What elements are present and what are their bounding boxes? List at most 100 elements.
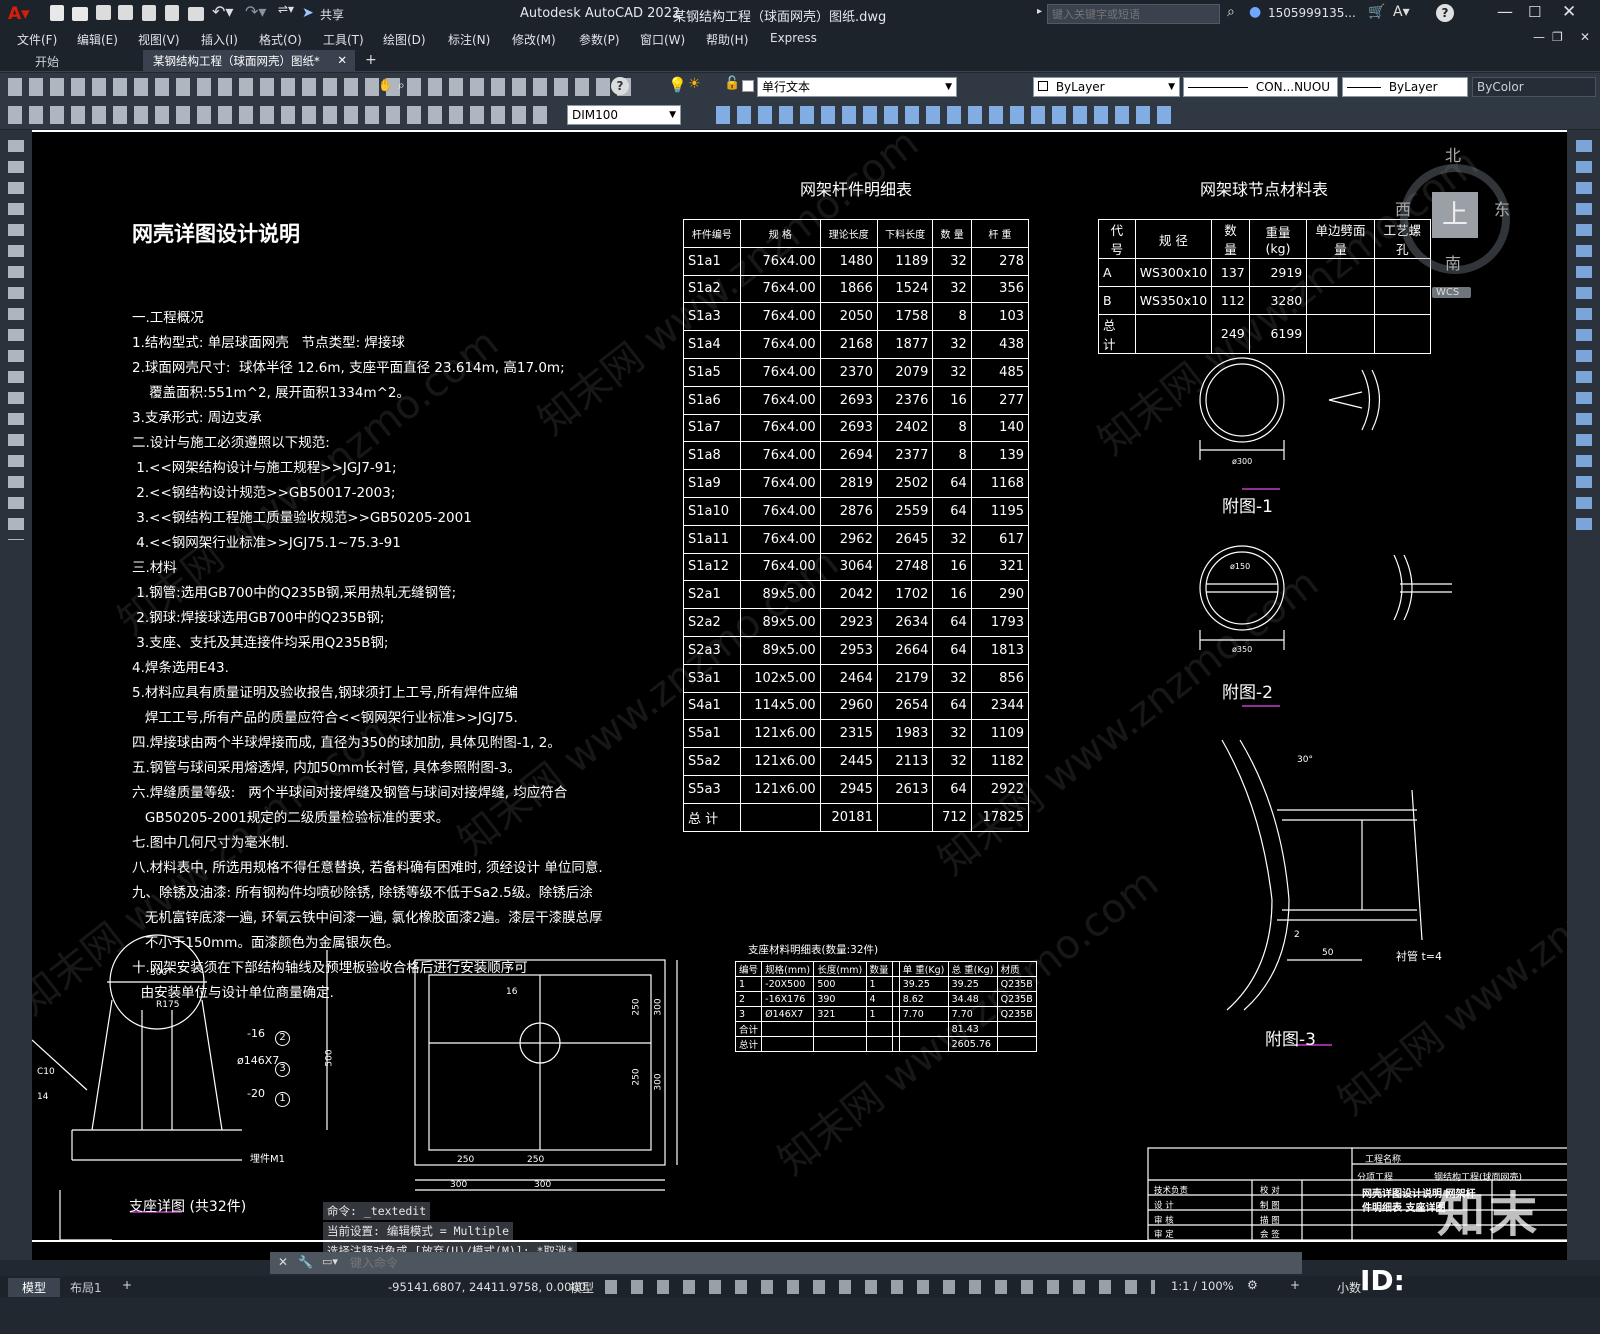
linetype-combo[interactable]: CON...NUOU [1183,77,1338,97]
plan-dim: 250 [527,1155,545,1165]
cmd-close-icon[interactable]: ✕ [278,1255,288,1269]
tab-model[interactable]: 模型 [8,1278,61,1297]
menu-express[interactable]: Express [770,31,817,45]
support-detail-label: 支座详图 (共32件) [129,1199,247,1215]
open-icon[interactable] [72,7,88,21]
gear-icon[interactable]: ⚙ [1247,1278,1258,1292]
cart-icon[interactable]: 🛒 [1368,4,1385,20]
search-input[interactable] [1047,4,1220,24]
plan-dim: 300 [534,1180,552,1190]
table-cell [996,1036,1038,1052]
model-space-button[interactable]: 模型 [570,1279,594,1296]
text-style-combo[interactable]: 单行文本 ▼ [757,77,957,97]
close-icon[interactable]: ✕ [1562,2,1576,22]
help-toolbar-icon[interactable]: ? [611,77,629,95]
drawing-canvas[interactable]: 知末网 www.znzmo.com 知末网 www.znzmo.com 知末网 … [32,130,1567,1260]
undo-icon[interactable]: ↶▾ [212,2,233,21]
new-icon[interactable] [50,5,64,21]
app-logo-icon[interactable]: A▾ [8,4,30,24]
tb-r1b: 校 对 [1260,1186,1280,1196]
tab-close-icon[interactable]: ✕ [337,53,347,67]
user-account[interactable]: 1505999135... [1268,6,1356,20]
tb-r3: 审 核 [1154,1216,1174,1226]
web-icon[interactable] [142,5,156,21]
plan-dim: 300 [450,1180,468,1190]
support-dim: 500 [324,1049,335,1067]
support-table-title: 支座材料明细表(数量:32件) [748,944,879,956]
tb-r2: 设 计 [1154,1201,1174,1211]
new-tab-icon[interactable]: + [365,52,377,68]
layer-combo[interactable]: ByLayer ▼ [1033,77,1180,97]
title-bar: A▾ ↶▾ ↷▾ ⇌▾ ➤ 共享 Autodesk AutoCAD 2022 某… [0,0,1600,28]
modify-icons [716,106,1176,124]
dim-50: 50 [1322,948,1334,958]
layer-sun-icon[interactable]: ☀ [688,76,701,92]
menu-view[interactable]: 视图(V) [138,31,180,48]
autodesk-a360-icon[interactable]: A▾ [1393,4,1410,20]
save-icon[interactable] [96,5,111,20]
pan-icon[interactable]: ✋ [378,78,393,92]
dim-style-combo[interactable]: DIM100 ▼ [567,105,681,125]
tab-start-label: 开始 [35,55,60,69]
lineweight-line-icon [1347,87,1381,88]
quick-access-toolbar: ↶▾ ↷▾ ⇌▾ [50,2,310,23]
plan-dim: 250 [631,1068,642,1086]
menu-dimension[interactable]: 标注(N) [448,31,490,48]
share-icon[interactable]: ➤ [302,5,314,21]
save-as-icon[interactable] [118,5,133,20]
help-icon[interactable]: ? [1436,4,1454,22]
menu-draw[interactable]: 绘图(D) [383,31,426,48]
cmd-prompt-icon[interactable]: ▭▾ [322,1255,338,1268]
table-cell: 500 [813,976,867,992]
support-dim: ø146X7 [237,1054,280,1067]
doc-restore-icon[interactable]: ❐ [1552,30,1563,44]
table-row: 合计 81.43 [734,1021,1038,1037]
menu-help[interactable]: 帮助(H) [706,31,748,48]
plus-icon[interactable]: + [1290,1278,1300,1292]
layer-lock-icon[interactable]: 🔓 [724,76,740,91]
table-cell [891,1036,900,1052]
menu-window[interactable]: 窗口(W) [640,31,685,48]
table-cell: 1 [865,1006,893,1022]
table-cell: 39.25 [898,976,949,992]
table-cell [761,1021,815,1037]
cmd-customize-icon[interactable]: 🔧 [298,1255,313,1269]
tab-start[interactable]: 开始 [10,50,140,72]
menu-format[interactable]: 格式(O) [259,31,302,48]
share-button[interactable]: 共享 [320,6,344,23]
menu-edit[interactable]: 编辑(E) [77,31,118,48]
menu-insert[interactable]: 插入(I) [201,31,238,48]
customize-icon[interactable]: ⇌▾ [278,2,294,16]
menu-tools[interactable]: 工具(T) [323,31,364,48]
chevron-down-icon: ▼ [945,82,952,92]
layer-bulb-icon[interactable]: 💡 [668,76,687,94]
search-icon[interactable]: ⌕ [1227,4,1235,20]
app-title: Autodesk AutoCAD 2022 [520,6,681,21]
menu-parametric[interactable]: 参数(P) [579,31,620,48]
table-cell [813,1021,867,1037]
plotstyle-combo[interactable]: ByColor [1472,77,1596,97]
annotation-scale[interactable]: 1:1 / 100% [1171,1279,1234,1293]
minimize-icon[interactable]: — [1497,2,1513,21]
doc-minimize-icon[interactable]: — [1533,30,1545,44]
tab-drawing[interactable]: 某钢结构工程（球面网壳）图纸* ✕ [143,50,355,72]
menu-file[interactable]: 文件(F) [17,31,57,48]
menu-modify[interactable]: 修改(M) [512,31,556,48]
support-dim: R175 [156,1000,180,1010]
plot-icon[interactable] [188,7,204,21]
zoom-icon[interactable]: ⌕ [398,78,405,93]
maximize-icon[interactable]: ☐ [1528,3,1541,21]
add-layout-icon[interactable]: + [122,1278,132,1292]
table-cell: -16X176 [761,991,815,1007]
publish-icon[interactable] [165,5,179,21]
table-cell: 1 [734,976,763,992]
lineweight-combo[interactable]: ByLayer [1342,77,1468,97]
command-input[interactable] [350,1253,1296,1273]
chevron-down-icon: ▼ [1168,82,1175,92]
table-cell: 8.62 [898,991,949,1007]
redo-icon[interactable]: ↷▾ [245,2,266,21]
tb-project: 工程名称 [1365,1155,1402,1165]
tab-layout1[interactable]: 布局1 [70,1279,102,1296]
units-decimal[interactable]: 小数 [1337,1279,1361,1296]
doc-close-icon[interactable]: ✕ [1580,30,1590,44]
